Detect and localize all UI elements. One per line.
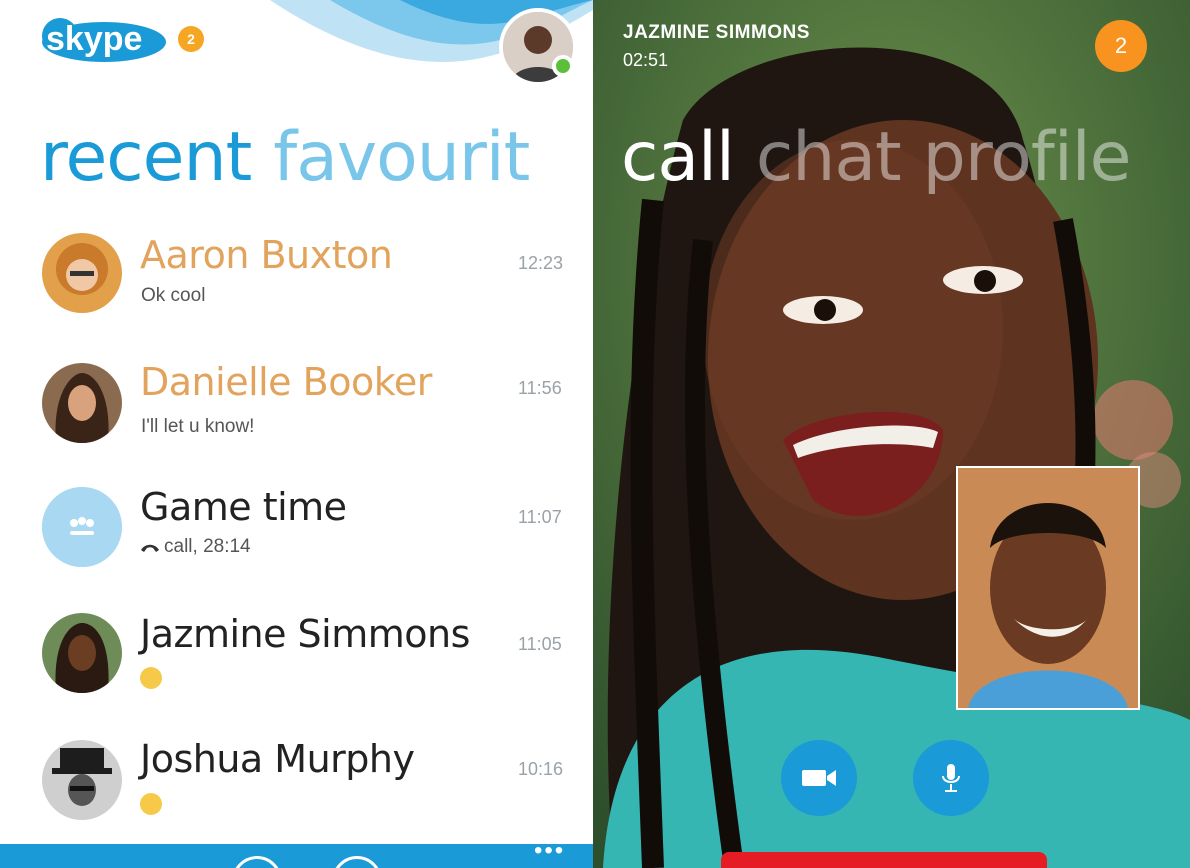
conversation-item[interactable]: Joshua Murphy 10:16 (0, 735, 593, 855)
caller-name: JAZMINE SIMMONS (623, 22, 810, 43)
video-camera-button[interactable] (781, 740, 857, 816)
app-bar: ••• (0, 839, 593, 868)
message-preview: I'll let u know! (141, 416, 255, 437)
message-preview: call, 28:14 (164, 536, 251, 557)
pivot-recent[interactable]: recent (40, 118, 252, 197)
pivot-header: recent favourit (40, 118, 530, 197)
microphone-button[interactable] (913, 740, 989, 816)
online-status-icon (552, 55, 574, 77)
message-time: 12:23 (518, 253, 564, 273)
app-bar-button-2[interactable] (332, 856, 382, 868)
contact-avatar (42, 233, 122, 313)
skype-logo[interactable]: skype (40, 14, 168, 64)
conversation-item[interactable]: Aaron Buxton Ok cool 12:23 (0, 225, 593, 345)
conversation-item[interactable]: Game time call, 28:14 11:07 (0, 483, 593, 603)
pivot-call[interactable]: call (621, 118, 735, 197)
call-pivot-header: call chat profile (621, 118, 1132, 197)
notification-badge[interactable]: 2 (178, 26, 204, 52)
message-time: 11:05 (518, 634, 562, 654)
sunglasses-smiley-icon (140, 793, 162, 815)
pivot-chat[interactable]: chat (756, 118, 902, 197)
call-timer: 02:51 (623, 50, 669, 70)
message-preview: Ok cool (141, 285, 206, 306)
video-call-panel: JAZMINE SIMMONS 02:51 2 call chat profile (593, 0, 1190, 868)
more-icon[interactable]: ••• (534, 839, 565, 863)
pivot-favourites[interactable]: favourit (273, 118, 530, 197)
contact-avatar (42, 613, 122, 693)
self-video-preview[interactable] (956, 466, 1140, 710)
microphone-icon (942, 764, 960, 792)
group-avatar (42, 487, 122, 567)
recent-conversations-panel: skype 2 recent favourit Aaron Buxton Ok c… (0, 0, 593, 868)
app-bar-button-1[interactable] (232, 856, 282, 868)
message-time: 11:56 (518, 378, 562, 398)
contact-name: Joshua Murphy (140, 737, 415, 781)
message-time: 11:07 (518, 507, 562, 527)
contact-name: Jazmine Simmons (140, 612, 470, 656)
pivot-profile[interactable]: profile (923, 118, 1132, 197)
contact-name: Danielle Booker (140, 360, 432, 404)
contact-avatar (42, 740, 122, 820)
phone-icon (141, 544, 159, 552)
conversation-item[interactable]: Jazmine Simmons 11:05 (0, 610, 593, 730)
smiley-icon (140, 667, 162, 689)
message-time: 10:16 (518, 759, 564, 779)
contact-avatar (42, 363, 122, 443)
video-camera-icon (802, 770, 836, 786)
svg-text:skype: skype (46, 20, 142, 58)
conversation-item[interactable]: Danielle Booker I'll let u know! 11:56 (0, 358, 593, 478)
notification-badge[interactable]: 2 (1095, 20, 1147, 72)
contact-name: Game time (140, 485, 347, 529)
contact-name: Aaron Buxton (140, 233, 393, 277)
end-call-button[interactable] (721, 852, 1047, 868)
